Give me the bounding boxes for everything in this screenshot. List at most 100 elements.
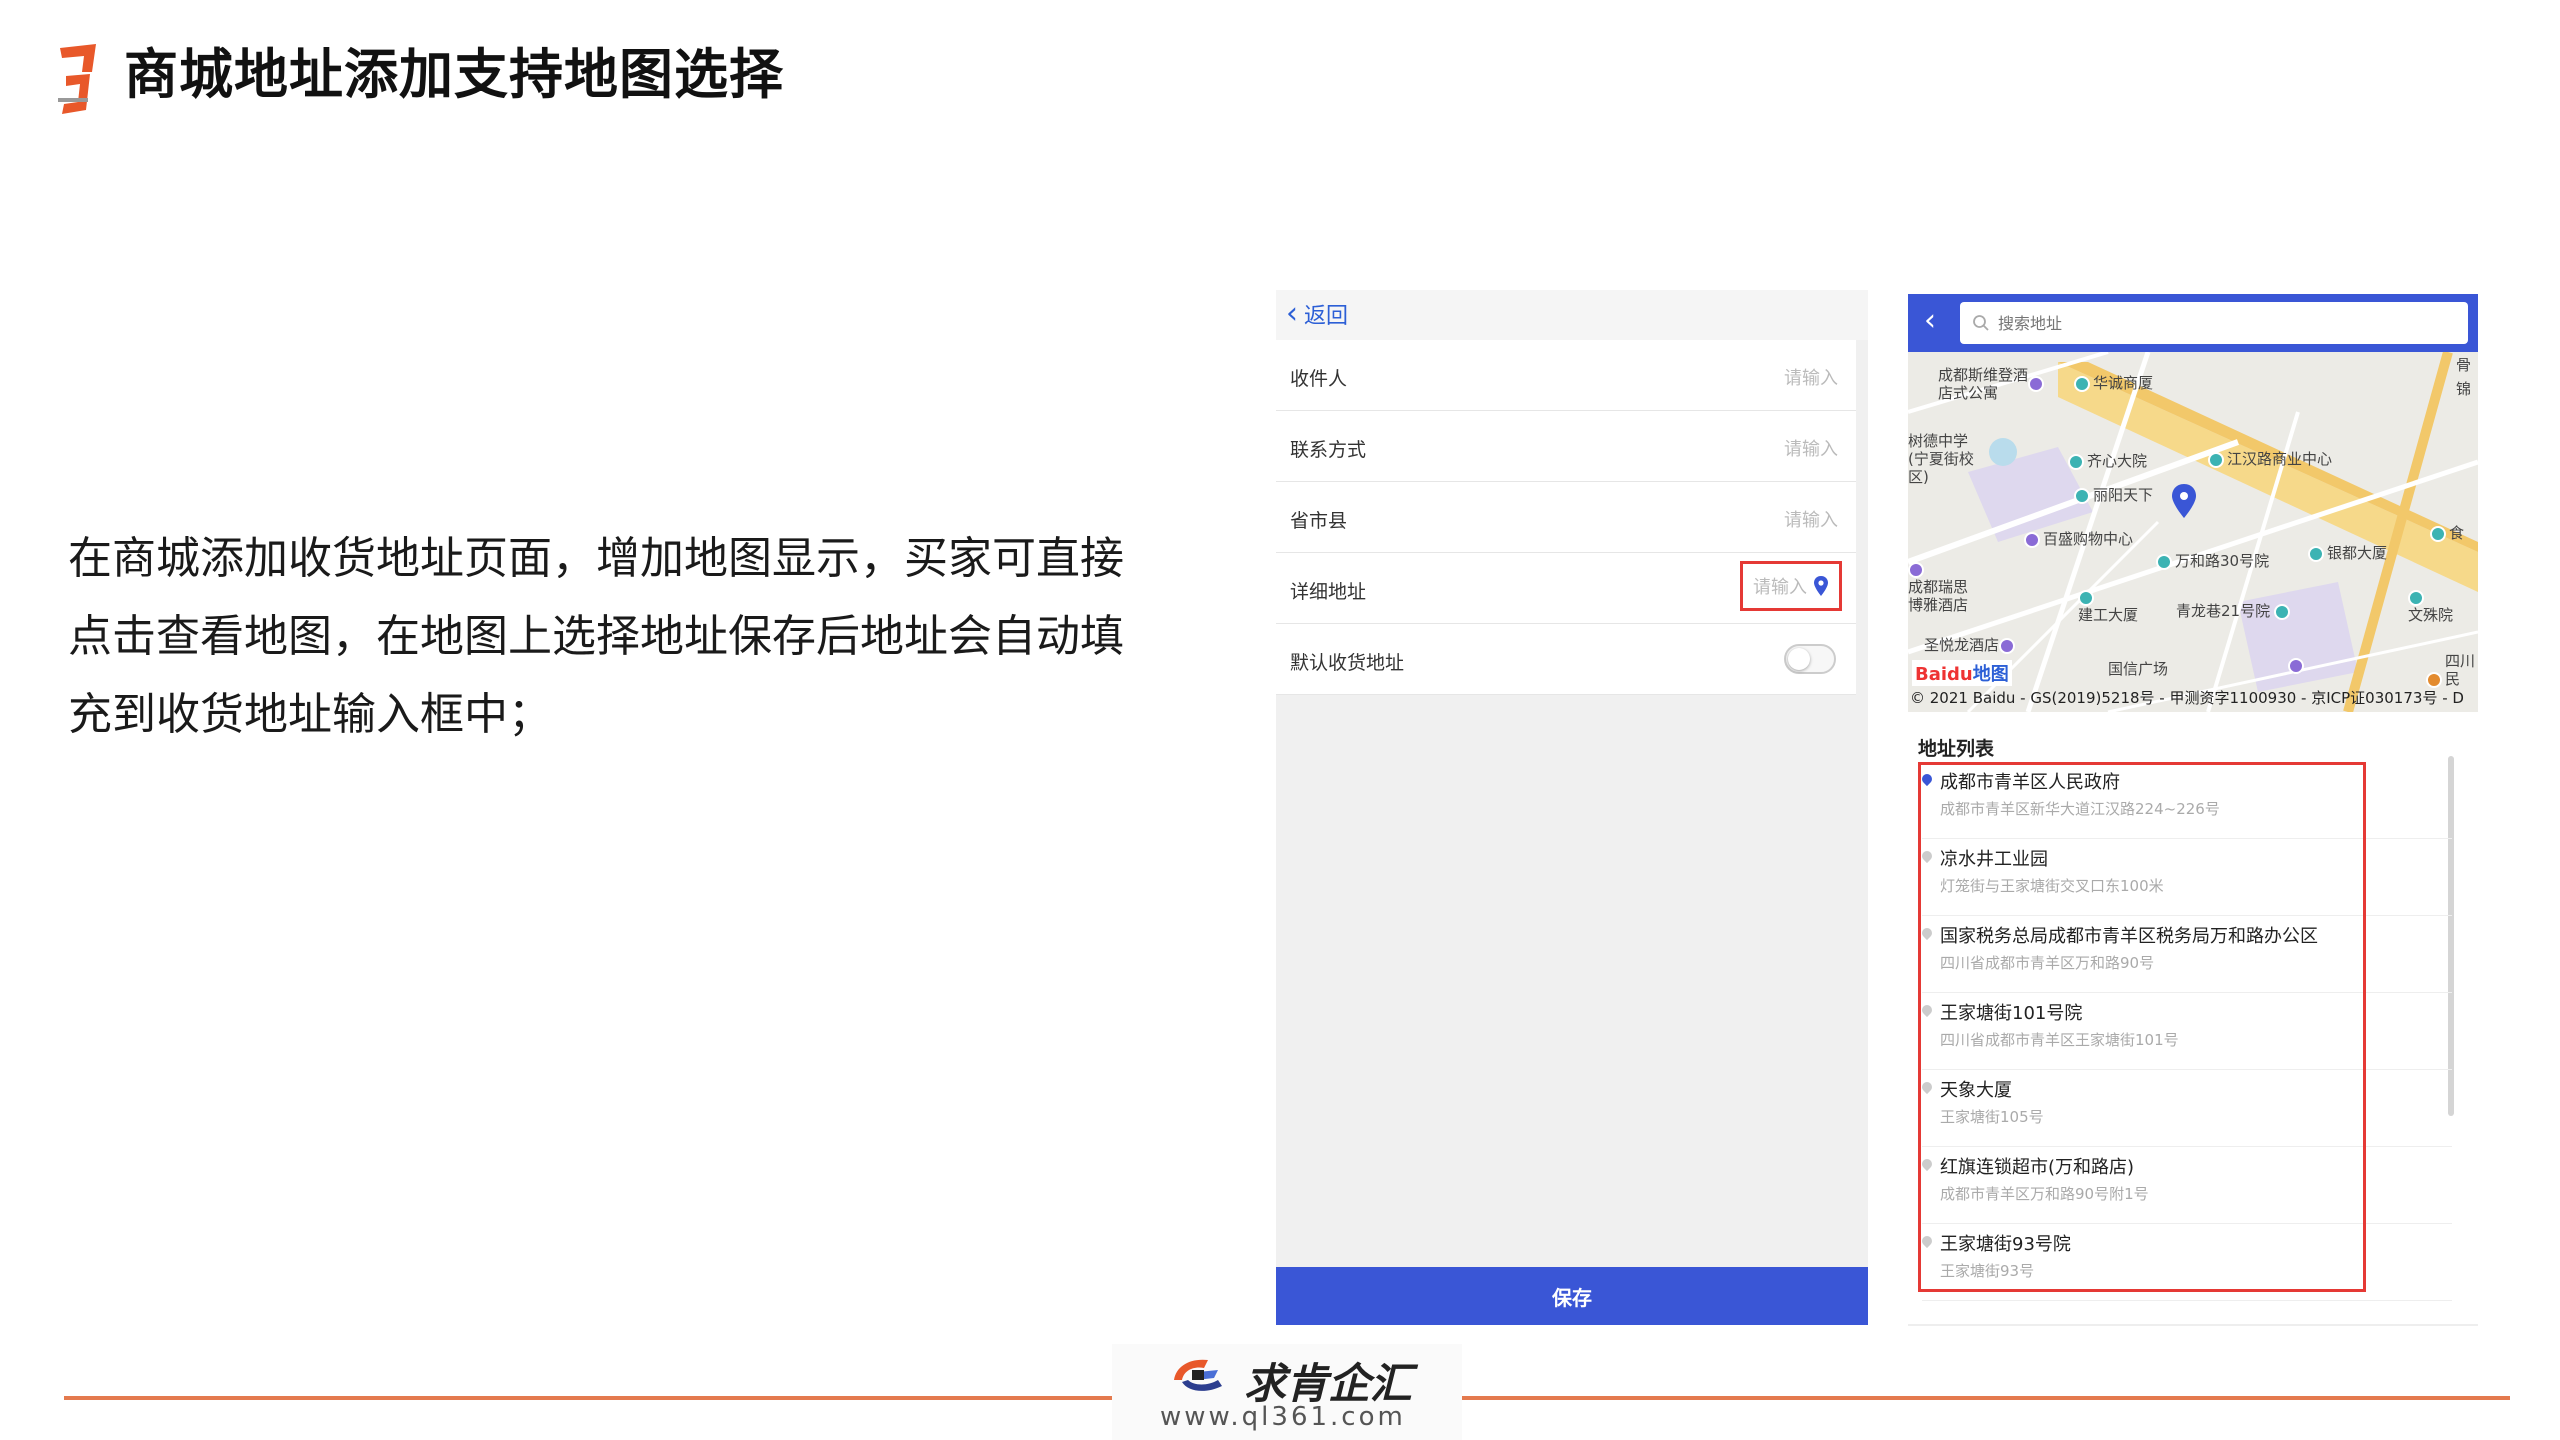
poi-marker-icon (2430, 525, 2446, 542)
toggle-knob (1788, 648, 1810, 670)
poi-marker-icon (2028, 375, 2044, 392)
map-picker-screen: ‹ 成都斯维登酒店式公寓 (1908, 294, 2478, 1326)
poi-label: 锦 (2456, 380, 2472, 398)
field-placeholder: 请输入 (1753, 577, 1807, 598)
poi-marker-icon (2308, 545, 2324, 562)
field-label: 收件人 (1290, 368, 1348, 390)
map-poi[interactable]: 银都大厦 (2308, 544, 2387, 562)
map-poi[interactable]: 树德中学(宁夏街校区) (1908, 432, 1988, 486)
poi-label: 建工大厦 (2078, 606, 2139, 624)
map-poi[interactable]: 华诚商厦 (2074, 374, 2153, 392)
poi-marker-icon (2274, 603, 2291, 620)
poi-label: 齐心大院 (2087, 452, 2148, 470)
map-poi[interactable]: 万和路30号院 (2156, 552, 2269, 570)
footer-divider-right (1462, 1396, 2510, 1400)
map-poi[interactable]: 成都斯维登酒店式公寓 (1938, 366, 2028, 402)
poi-marker-icon (2426, 671, 2442, 688)
poi-label: 四川民 (2445, 652, 2476, 688)
poi-marker-icon (2078, 589, 2094, 606)
poi-label: 食 (2449, 524, 2465, 542)
poi-label: 丽阳天下 (2093, 486, 2154, 504)
poi-label: 国信广场 (2108, 660, 2169, 678)
poi-label: 青龙巷21号院 (2176, 602, 2271, 620)
map-poi[interactable]: 文殊院 (2408, 588, 2453, 624)
back-label: 返回 (1304, 304, 1349, 329)
poi-marker-icon (2408, 589, 2424, 606)
poi-label: 银都大厦 (2327, 544, 2388, 562)
map-poi[interactable] (2028, 374, 2047, 392)
map-copyright: © 2021 Baidu - GS(2019)5218号 - 甲测资字11009… (1910, 689, 2464, 707)
map-poi[interactable]: 建工大厦 (2078, 588, 2138, 624)
poi-label: 骨 (2456, 356, 2472, 374)
recipient-field[interactable]: 收件人 请输入 (1276, 340, 1856, 411)
feature-description: 在商城添加收货地址页面，增加地图显示，买家可直接点击查看地图，在地图上选择地址保… (68, 533, 1124, 740)
chevron-left-icon: ‹ (1286, 296, 1298, 331)
map-poi[interactable]: 圣悦龙酒店 (1924, 636, 2018, 654)
poi-label: 成都斯维登酒店式公寓 (1938, 366, 2029, 402)
field-label: 详细地址 (1290, 581, 1367, 603)
address-form-screen: ‹ 返回 收件人 请输入 联系方式 请输入 省市县 请输入 详细地址 请输入 默… (1276, 290, 1868, 1325)
field-placeholder: 请输入 (1784, 368, 1838, 389)
map-pick-trigger[interactable]: 请输入 (1740, 561, 1842, 611)
logo-mark-icon (58, 44, 96, 114)
map-poi[interactable]: 丽阳天下 (2074, 486, 2153, 504)
map-poi[interactable]: 百盛购物中心 (2024, 530, 2133, 548)
field-label: 联系方式 (1290, 439, 1367, 461)
poi-marker-icon (2288, 657, 2304, 674)
save-button[interactable]: 保存 (1276, 1267, 1868, 1325)
back-button[interactable]: ‹ 返回 (1286, 298, 1348, 330)
poi-label: 江汉路商业中心 (2227, 450, 2333, 468)
search-box[interactable] (1960, 302, 2468, 344)
poi-label: 树德中学(宁夏街校区) (1908, 432, 1974, 486)
map-view[interactable]: 成都斯维登酒店式公寓 华诚商厦 树德中学(宁夏街校区) 齐心大院 江汉路商业中心… (1908, 352, 2478, 712)
map-poi[interactable]: 四川民 (2426, 652, 2477, 688)
map-top-bar: ‹ (1908, 294, 2478, 352)
field-label: 省市县 (1290, 510, 1348, 532)
page-title: 商城地址添加支持地图选择 (124, 43, 784, 106)
map-poi[interactable]: 成都瑞思博雅酒店 (1908, 560, 1980, 614)
region-field[interactable]: 省市县 请输入 (1276, 482, 1856, 553)
map-poi[interactable]: 国信广场 (2108, 660, 2168, 678)
map-roads (1908, 352, 2478, 712)
poi-marker-icon (2074, 487, 2090, 504)
search-input[interactable] (1996, 312, 2440, 334)
poi-label: 成都瑞思博雅酒店 (1908, 578, 1969, 614)
default-address-toggle[interactable] (1784, 644, 1836, 674)
map-poi[interactable]: 江汉路商业中心 (2208, 450, 2332, 468)
footer-divider-left (64, 1396, 1114, 1400)
field-label: 默认收货地址 (1290, 652, 1405, 674)
baidu-map-logo: Baidu地图 (1912, 660, 2012, 686)
brand-logo-icon (1174, 1359, 1222, 1391)
poi-label: 万和路30号院 (2175, 552, 2270, 570)
form-top-bar: ‹ 返回 (1276, 290, 1868, 340)
poi-marker-icon (2068, 453, 2084, 470)
map-poi[interactable]: 青龙巷21号院 (2176, 602, 2293, 620)
location-pin-icon (1814, 576, 1828, 596)
field-placeholder: 请输入 (1784, 439, 1838, 460)
poi-marker-icon (1908, 561, 1924, 578)
poi-label: 华诚商厦 (2093, 374, 2154, 392)
search-icon (1973, 315, 1989, 331)
poi-label: 百盛购物中心 (2043, 530, 2134, 548)
poi-marker-icon (2024, 531, 2040, 548)
map-poi[interactable] (2288, 656, 2307, 674)
detail-address-field[interactable]: 详细地址 请输入 (1276, 553, 1856, 624)
contact-field[interactable]: 联系方式 请输入 (1276, 411, 1856, 482)
map-poi[interactable]: 齐心大院 (2068, 452, 2147, 470)
back-chevron-icon[interactable]: ‹ (1924, 306, 1936, 336)
poi-marker-icon (1999, 637, 2016, 654)
field-placeholder: 请输入 (1784, 510, 1838, 531)
map-poi[interactable]: 食 (2430, 524, 2464, 542)
map-poi[interactable]: 骨 (2456, 356, 2471, 374)
address-list-title: 地址列表 (1918, 738, 1995, 760)
map-poi[interactable]: 锦 (2456, 380, 2471, 398)
poi-label: 圣悦龙酒店 (1924, 636, 2000, 654)
poi-marker-icon (2074, 375, 2090, 392)
address-list-highlight (1918, 762, 2366, 1292)
brand-url[interactable]: www.ql361.com (1160, 1402, 1406, 1432)
poi-marker-icon (2208, 451, 2224, 468)
footer-brand: 求肯企汇 www.ql361.com (1112, 1344, 1462, 1440)
default-address-row: 默认收货地址 (1276, 624, 1856, 695)
poi-marker-icon (2156, 553, 2172, 570)
baidu-map-logo-suffix: 地图 (1972, 664, 2009, 685)
